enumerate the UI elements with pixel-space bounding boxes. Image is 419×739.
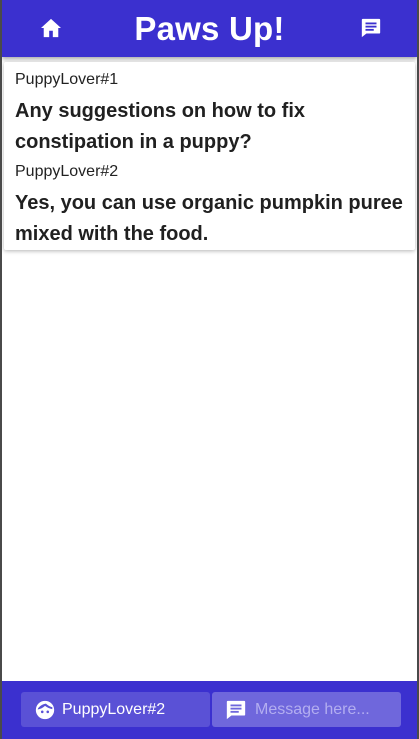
message-author: PuppyLover#2 (15, 163, 119, 180)
message-icon (225, 699, 247, 721)
app-frame: Paws Up! PuppyLover#1 Any suggestions on… (2, 0, 417, 739)
message-text: Any suggestions on how to fix constipati… (15, 100, 305, 153)
home-button[interactable] (37, 14, 65, 42)
chat-icon (361, 18, 381, 38)
bottom-bar: PuppyLover#2 (2, 681, 417, 739)
message-text: Yes, you can use organic pumpkin puree m… (15, 192, 403, 245)
app-title: Paws Up! (134, 9, 285, 47)
user-select-button[interactable]: PuppyLover#2 (21, 692, 210, 727)
home-icon (41, 18, 61, 38)
message-input[interactable] (253, 699, 407, 720)
message-box (212, 692, 407, 727)
face-icon (34, 699, 56, 721)
message-author: PuppyLover#1 (15, 71, 119, 88)
message-card: PuppyLover#1 Any suggestions on how to f… (4, 62, 415, 250)
username-label: PuppyLover#2 (62, 700, 166, 718)
chat-button[interactable] (357, 14, 385, 42)
app-bar: Paws Up! (2, 0, 417, 57)
